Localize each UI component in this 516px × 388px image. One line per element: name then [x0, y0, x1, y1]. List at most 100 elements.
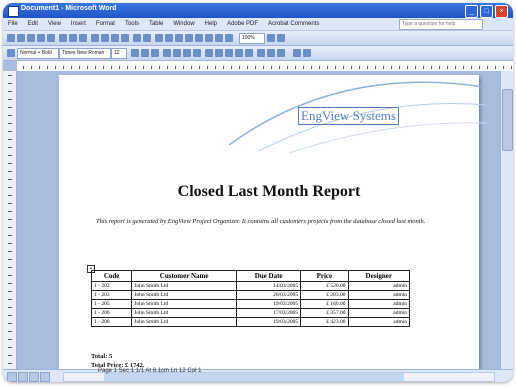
ruler-tick	[23, 66, 24, 69]
table-row: 1 - 206 John Smith Ltd 17/03/2005 £ 357.…	[90, 308, 411, 318]
borders-icon[interactable]	[257, 49, 265, 57]
drawing-icon[interactable]	[205, 34, 213, 42]
ruler-tick	[311, 66, 312, 69]
menu-view[interactable]: View	[43, 21, 66, 27]
menu-window[interactable]: Window	[168, 21, 199, 27]
decrease-indent-icon[interactable]	[235, 49, 243, 57]
ruler-tick	[8, 107, 12, 108]
menu-format[interactable]: Format	[91, 21, 120, 27]
font-select[interactable]: Times New Roman	[59, 48, 111, 59]
document-page[interactable]: EngView Systems Closed Last Month Report…	[59, 75, 488, 369]
bold-icon[interactable]	[131, 49, 139, 57]
spelling-icon[interactable]	[79, 34, 87, 42]
print-icon[interactable]	[59, 34, 67, 42]
maximize-button[interactable]: □	[480, 5, 493, 18]
column-header-price: Price	[300, 270, 349, 282]
ruler-tick	[327, 66, 328, 69]
convert-to-pdf-icon[interactable]	[293, 49, 301, 57]
ruler-tick	[8, 331, 12, 332]
copy-icon[interactable]	[101, 34, 109, 42]
menu-acrobat-comments[interactable]: Acrobat Comments	[263, 21, 324, 27]
ruler-tick	[391, 66, 392, 69]
menu-adobe-pdf[interactable]: Adobe PDF	[222, 21, 263, 27]
font-color-icon[interactable]	[277, 49, 285, 57]
styles-formatting-icon[interactable]	[7, 49, 15, 57]
print-layout-view-icon[interactable]	[29, 372, 39, 382]
underline-icon[interactable]	[151, 49, 159, 57]
increase-indent-icon[interactable]	[245, 49, 253, 57]
close-button[interactable]: ×	[495, 5, 508, 18]
menu-insert[interactable]: Insert	[66, 21, 91, 27]
menu-table[interactable]: Table	[144, 21, 168, 27]
document-map-icon[interactable]	[215, 34, 223, 42]
columns-icon[interactable]	[195, 34, 203, 42]
align-right-icon[interactable]	[183, 49, 191, 57]
vertical-scrollbar[interactable]	[500, 71, 513, 369]
font-size-select[interactable]: 12	[111, 48, 127, 59]
cell-price: £ 520.00	[300, 281, 349, 291]
permission-icon[interactable]	[37, 34, 45, 42]
web-layout-view-icon[interactable]	[18, 372, 28, 382]
outline-view-icon[interactable]	[40, 372, 50, 382]
cell-designer: admin	[347, 317, 411, 327]
status-text: Page 1 Sec 1 1/1 At 8.1cm Ln 12 Col 1	[98, 368, 202, 374]
ruler-tick	[135, 66, 136, 69]
cell-due-date: 19/03/2005	[236, 299, 302, 309]
show-hide-icon[interactable]	[225, 34, 233, 42]
horizontal-scroll-thumb[interactable]	[104, 373, 404, 381]
save-icon[interactable]	[27, 34, 35, 42]
title-bar: Document1 - Microsoft Word _ □ ×	[3, 3, 513, 18]
redo-icon[interactable]	[143, 34, 151, 42]
ruler-tick	[8, 187, 12, 188]
menu-tools[interactable]: Tools	[120, 21, 144, 27]
cell-price: £ 160.00	[300, 299, 349, 309]
ruler-tick	[31, 66, 32, 69]
italic-icon[interactable]	[141, 49, 149, 57]
bullets-icon[interactable]	[225, 49, 233, 57]
style-select[interactable]: Normal + Bold	[17, 48, 59, 59]
highlight-icon[interactable]	[267, 49, 275, 57]
ruler-tick	[127, 66, 128, 69]
undo-icon[interactable]	[133, 34, 141, 42]
ruler-tick	[8, 283, 12, 284]
vertical-scroll-thumb[interactable]	[502, 89, 513, 151]
zoom-select[interactable]: 100%	[239, 33, 265, 44]
cut-icon[interactable]	[91, 34, 99, 42]
numbering-icon[interactable]	[215, 49, 223, 57]
ruler-tick	[335, 66, 336, 69]
print-preview-icon[interactable]	[69, 34, 77, 42]
minimize-button[interactable]: _	[465, 5, 478, 18]
ruler-tick	[351, 66, 352, 69]
ruler-tick	[79, 66, 80, 69]
convert-and-email-icon[interactable]	[303, 49, 311, 57]
align-left-icon[interactable]	[163, 49, 171, 57]
vertical-ruler[interactable]	[3, 71, 17, 369]
email-icon[interactable]	[47, 34, 55, 42]
ruler-tick	[8, 251, 12, 252]
new-document-icon[interactable]	[7, 34, 15, 42]
ruler-tick	[159, 66, 160, 69]
word-window: Document1 - Microsoft Word _ □ × File Ed…	[3, 3, 513, 382]
tables-borders-icon[interactable]	[165, 34, 173, 42]
help-icon[interactable]	[267, 34, 275, 42]
insert-excel-icon[interactable]	[185, 34, 193, 42]
ruler-tick	[8, 179, 12, 180]
cell-designer: admin	[347, 308, 411, 318]
cell-code: 1 - 205	[90, 299, 133, 309]
menu-edit[interactable]: Edit	[23, 21, 43, 27]
ask-question-input[interactable]: Type a question for help	[399, 19, 483, 30]
ruler-tick	[119, 66, 120, 69]
paste-icon[interactable]	[111, 34, 119, 42]
menu-file[interactable]: File	[3, 21, 23, 27]
insert-table-icon[interactable]	[175, 34, 183, 42]
line-spacing-icon[interactable]	[205, 49, 213, 57]
menu-help[interactable]: Help	[200, 21, 222, 27]
read-mode-icon[interactable]	[277, 34, 285, 42]
open-icon[interactable]	[17, 34, 25, 42]
normal-view-icon[interactable]	[7, 372, 17, 382]
justify-icon[interactable]	[193, 49, 201, 57]
cell-customer-name: John Smith Ltd	[131, 290, 238, 300]
hyperlink-icon[interactable]	[155, 34, 163, 42]
align-center-icon[interactable]	[173, 49, 181, 57]
format-painter-icon[interactable]	[121, 34, 129, 42]
